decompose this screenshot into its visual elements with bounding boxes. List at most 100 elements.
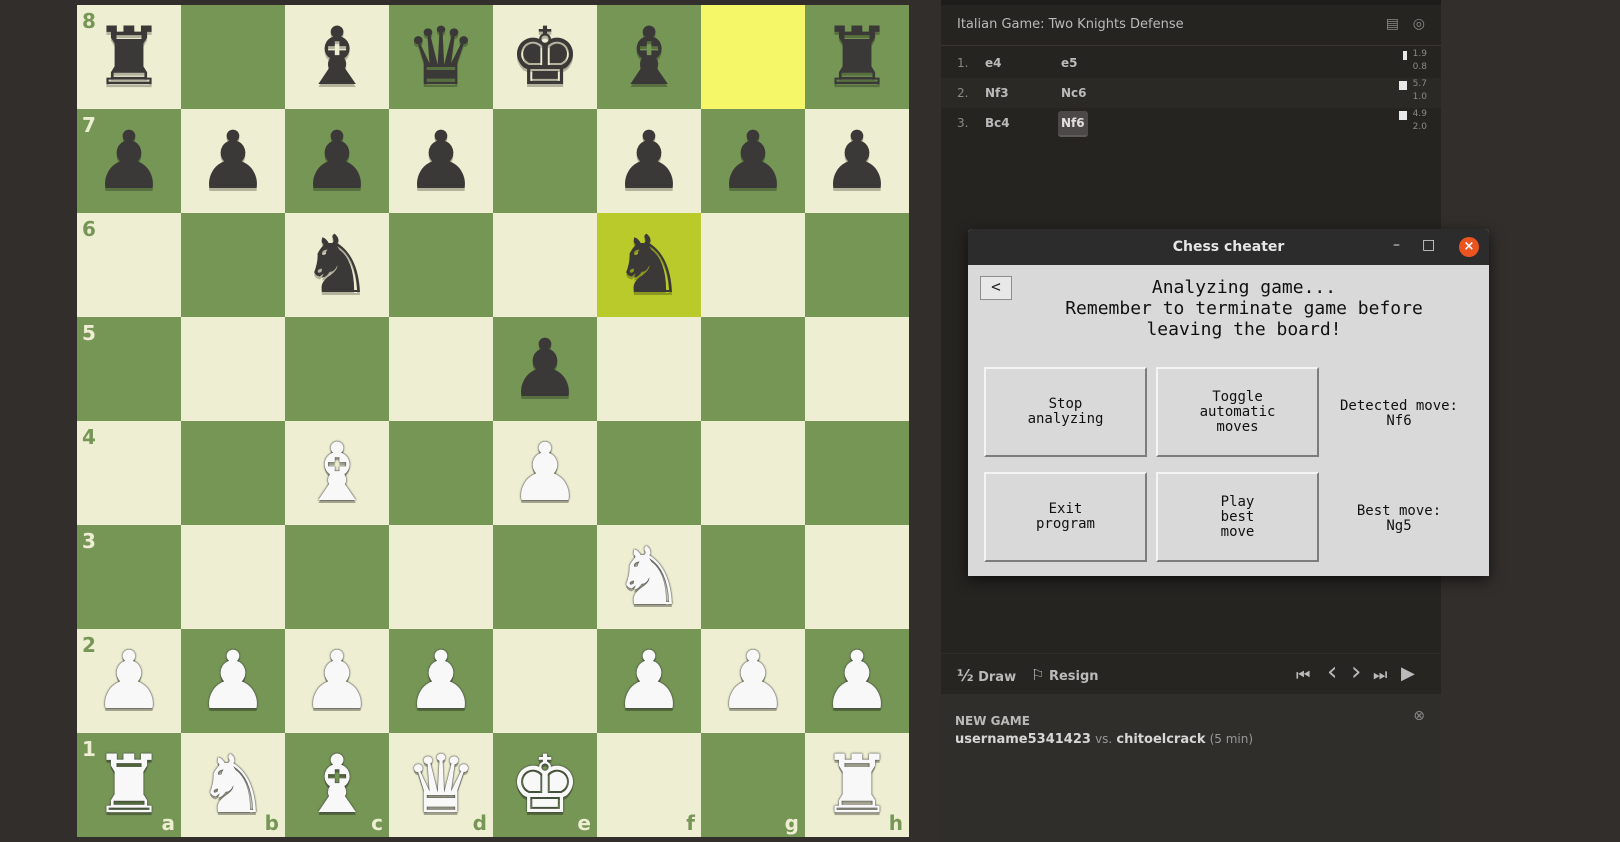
square-f3[interactable]: ♞: [597, 525, 701, 629]
close-icon[interactable]: ×: [1459, 237, 1479, 257]
close-icon[interactable]: ⊗: [1413, 708, 1425, 724]
square-d8[interactable]: ♛: [389, 5, 493, 109]
black-pawn-icon[interactable]: ♟: [701, 109, 805, 213]
square-d5[interactable]: [389, 317, 493, 421]
square-b7[interactable]: ♟: [181, 109, 285, 213]
square-h6[interactable]: [805, 213, 909, 317]
white-pawn-icon[interactable]: ♟: [597, 629, 701, 733]
square-h3[interactable]: [805, 525, 909, 629]
black-knight-icon[interactable]: ♞: [285, 213, 389, 317]
square-f2[interactable]: ♟: [597, 629, 701, 733]
square-c2[interactable]: ♟: [285, 629, 389, 733]
square-a4[interactable]: 4: [77, 421, 181, 525]
last-move-icon[interactable]: ⏭: [1373, 665, 1387, 685]
square-d7[interactable]: ♟: [389, 109, 493, 213]
square-h4[interactable]: [805, 421, 909, 525]
square-a1[interactable]: ♜ 1 a: [77, 733, 181, 837]
square-b6[interactable]: [181, 213, 285, 317]
square-b4[interactable]: [181, 421, 285, 525]
square-b5[interactable]: [181, 317, 285, 421]
title-bar[interactable]: Chess cheater – □ ×: [968, 229, 1489, 265]
square-c5[interactable]: [285, 317, 389, 421]
square-g6[interactable]: [701, 213, 805, 317]
square-d2[interactable]: ♟: [389, 629, 493, 733]
square-a5[interactable]: 5: [77, 317, 181, 421]
square-c4[interactable]: ♝: [285, 421, 389, 525]
square-c8[interactable]: ♝: [285, 5, 389, 109]
resign-button[interactable]: ⚐ Resign: [1031, 666, 1099, 684]
square-h7[interactable]: ♟: [805, 109, 909, 213]
square-f4[interactable]: [597, 421, 701, 525]
square-c7[interactable]: ♟: [285, 109, 389, 213]
square-a3[interactable]: 3: [77, 525, 181, 629]
white-move[interactable]: e4: [985, 56, 1002, 70]
square-d3[interactable]: [389, 525, 493, 629]
square-e1[interactable]: ♚ e: [493, 733, 597, 837]
square-b3[interactable]: [181, 525, 285, 629]
square-a7[interactable]: ♟ 7: [77, 109, 181, 213]
player-two[interactable]: chitoelcrack: [1116, 732, 1205, 747]
square-h1[interactable]: ♜ h: [805, 733, 909, 837]
draw-button[interactable]: ½ Draw: [957, 666, 1016, 685]
black-pawn-icon[interactable]: ♟: [181, 109, 285, 213]
black-knight-icon[interactable]: ♞: [597, 213, 701, 317]
back-button[interactable]: <: [980, 276, 1012, 300]
square-d6[interactable]: [389, 213, 493, 317]
square-f7[interactable]: ♟: [597, 109, 701, 213]
square-d4[interactable]: [389, 421, 493, 525]
black-pawn-icon[interactable]: ♟: [597, 109, 701, 213]
white-move[interactable]: Bc4: [985, 116, 1010, 130]
minimize-icon[interactable]: –: [1393, 237, 1400, 253]
square-a6[interactable]: 6: [77, 213, 181, 317]
black-pawn-icon[interactable]: ♟: [805, 109, 909, 213]
square-h5[interactable]: [805, 317, 909, 421]
white-pawn-icon[interactable]: ♟: [285, 629, 389, 733]
square-e6[interactable]: [493, 213, 597, 317]
black-rook-icon[interactable]: ♜: [805, 5, 909, 109]
compass-icon[interactable]: ◎: [1413, 16, 1425, 32]
square-g2[interactable]: ♟: [701, 629, 805, 733]
chess-board[interactable]: ♜ 8 ♝ ♛ ♚ ♝ ♜ ♟ 7 ♟ ♟ ♟ ♟ ♟ ♟ 6 ♞ ♞ 5 ♟ 4 ♝ ♟ 3 ♞ ♟ 2 ♟ ♟ ♟ ♟ ♟ ♟ ♜ 1 a ♞ b ♝ c…: [77, 5, 909, 837]
square-f5[interactable]: [597, 317, 701, 421]
white-pawn-icon[interactable]: ♟: [805, 629, 909, 733]
next-move-icon[interactable]: ›: [1351, 657, 1361, 687]
stop-analyzing-button[interactable]: Stop analyzing: [984, 367, 1147, 457]
square-g5[interactable]: [701, 317, 805, 421]
square-e4[interactable]: ♟: [493, 421, 597, 525]
black-bishop-icon[interactable]: ♝: [597, 5, 701, 109]
player-one[interactable]: username5341423: [955, 732, 1091, 747]
black-bishop-icon[interactable]: ♝: [285, 5, 389, 109]
black-king-icon[interactable]: ♚: [493, 5, 597, 109]
square-e2[interactable]: [493, 629, 597, 733]
white-pawn-icon[interactable]: ♟: [181, 629, 285, 733]
black-move[interactable]: e5: [1061, 56, 1078, 70]
square-c6[interactable]: ♞: [285, 213, 389, 317]
square-a8[interactable]: ♜ 8: [77, 5, 181, 109]
square-d1[interactable]: ♛ d: [389, 733, 493, 837]
exit-program-button[interactable]: Exit program: [984, 472, 1147, 562]
book-icon[interactable]: ▤: [1386, 16, 1399, 32]
maximize-icon[interactable]: □: [1422, 237, 1435, 253]
toggle-automatic-moves-button[interactable]: Toggle automatic moves: [1156, 367, 1319, 457]
square-e5[interactable]: ♟: [493, 317, 597, 421]
black-pawn-icon[interactable]: ♟: [493, 317, 597, 421]
square-b2[interactable]: ♟: [181, 629, 285, 733]
white-knight-icon[interactable]: ♞: [597, 525, 701, 629]
square-e8[interactable]: ♚: [493, 5, 597, 109]
square-a2[interactable]: ♟ 2: [77, 629, 181, 733]
square-e3[interactable]: [493, 525, 597, 629]
first-move-icon[interactable]: ⏮: [1296, 665, 1310, 685]
black-move-current[interactable]: Nf6: [1058, 111, 1088, 137]
black-move[interactable]: Nc6: [1061, 86, 1087, 100]
square-f8[interactable]: ♝: [597, 5, 701, 109]
square-c1[interactable]: ♝ c: [285, 733, 389, 837]
square-h2[interactable]: ♟: [805, 629, 909, 733]
prev-move-icon[interactable]: ‹: [1327, 657, 1337, 687]
play-icon[interactable]: ▶: [1401, 663, 1415, 684]
white-bishop-icon[interactable]: ♝: [285, 421, 389, 525]
square-b8[interactable]: [181, 5, 285, 109]
square-b1[interactable]: ♞ b: [181, 733, 285, 837]
square-h8[interactable]: ♜: [805, 5, 909, 109]
black-pawn-icon[interactable]: ♟: [285, 109, 389, 213]
square-c3[interactable]: [285, 525, 389, 629]
